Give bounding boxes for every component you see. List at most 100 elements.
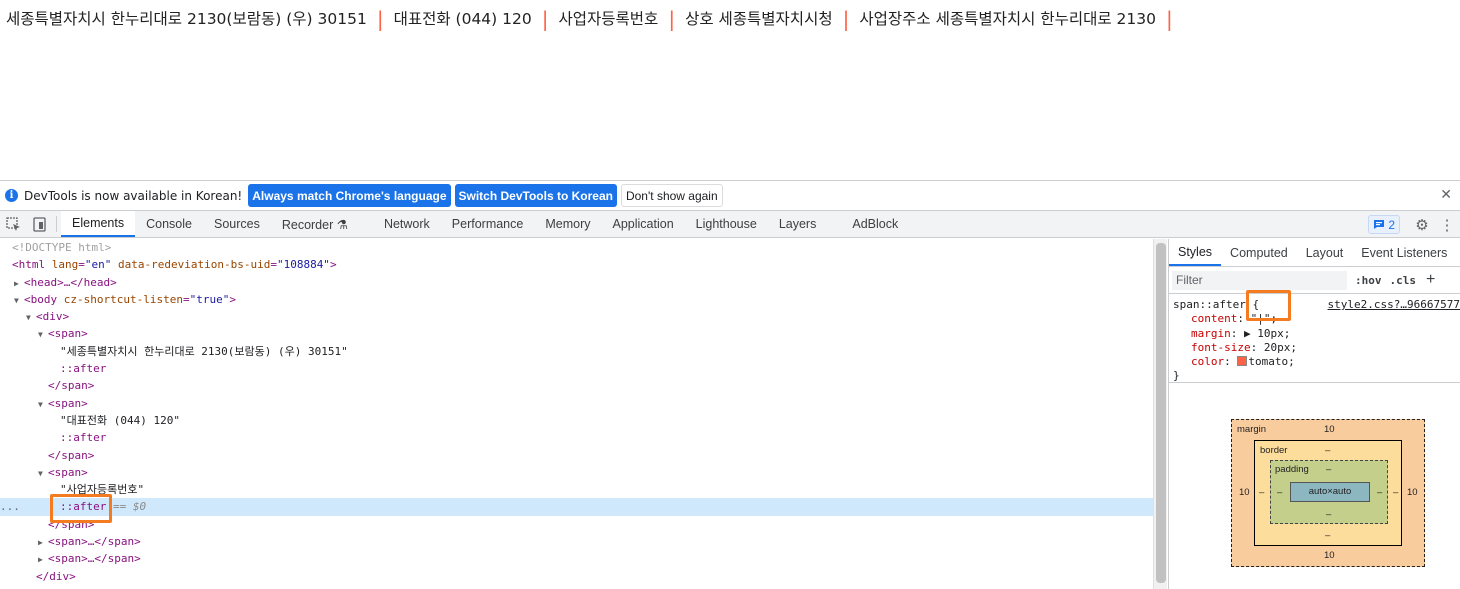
dom-span-node[interactable]: ▼ <span> xyxy=(0,464,1153,481)
tab-event-listeners[interactable]: Event Listeners xyxy=(1352,239,1456,266)
dom-html-node[interactable]: <html lang="en" data-redeviation-bs-uid=… xyxy=(0,256,1153,273)
dom-body-node[interactable]: ▼ <body cz-shortcut-listen="true"> xyxy=(0,291,1153,308)
box-model-content[interactable]: auto×auto xyxy=(1290,482,1370,502)
styles-filter-row: :hov .cls + xyxy=(1169,267,1460,294)
dom-after-pseudo[interactable]: ::after xyxy=(0,429,1153,446)
more-options-icon[interactable]: ⋮ xyxy=(1438,216,1456,234)
tab-layers[interactable]: Layers xyxy=(768,211,828,237)
separator-bar: | xyxy=(842,7,850,31)
issues-count: 2 xyxy=(1388,217,1395,232)
collapse-triangle-icon[interactable]: ▼ xyxy=(38,396,48,413)
css-rule-span-after: span::after { style2.css?…96667577 conte… xyxy=(1169,290,1460,383)
dom-span-node[interactable]: ▼ <span> xyxy=(0,325,1153,342)
css-declaration[interactable]: content: "|"; xyxy=(1173,312,1456,326)
address-item: 세종특별자치시 한누리대로 2130(보람동) (우) 30151 xyxy=(6,10,367,28)
padding-top-value[interactable]: – xyxy=(1326,464,1331,475)
tab-adblock[interactable]: AdBlock xyxy=(841,211,909,237)
tab-computed[interactable]: Computed xyxy=(1221,239,1297,266)
expand-triangle-icon[interactable]: ▶ xyxy=(38,551,48,568)
dom-span-close[interactable]: </span> xyxy=(0,516,1153,533)
border-top-value[interactable]: – xyxy=(1325,445,1330,456)
infobar-message: DevTools is now available in Korean! xyxy=(24,188,243,203)
cls-toggle-button[interactable]: .cls xyxy=(1390,274,1417,287)
border-left-value[interactable]: – xyxy=(1259,487,1264,498)
issues-counter-button[interactable]: 2 xyxy=(1368,215,1400,234)
inspect-element-icon[interactable] xyxy=(0,211,26,237)
sidebar-tabs: Styles Computed Layout Event Listeners xyxy=(1169,239,1460,267)
collapse-triangle-icon[interactable]: ▼ xyxy=(38,465,48,482)
tab-sources[interactable]: Sources xyxy=(203,211,271,237)
toolbar-divider xyxy=(56,216,57,232)
styles-filter-input[interactable] xyxy=(1172,270,1347,290)
business-address-item: 사업장주소 세종특별자치시 한누리대로 2130 xyxy=(859,10,1156,28)
dom-span-close[interactable]: </span> xyxy=(0,377,1153,394)
padding-right-value[interactable]: – xyxy=(1377,487,1382,498)
dom-after-pseudo[interactable]: ::after xyxy=(0,360,1153,377)
dom-span-node[interactable]: ▼ <span> xyxy=(0,395,1153,412)
separator-bar: | xyxy=(541,7,549,31)
dom-after-pseudo-selected[interactable]: ...::after == $0 xyxy=(0,498,1153,516)
dom-span-collapsed[interactable]: ▶ <span>…</span> xyxy=(0,533,1153,550)
elements-scrollbar[interactable] xyxy=(1153,239,1167,589)
expand-triangle-icon[interactable]: ▶ xyxy=(14,275,24,292)
css-declaration[interactable]: margin: ▶ 10px; xyxy=(1173,327,1456,341)
collapse-triangle-icon[interactable]: ▼ xyxy=(26,309,36,326)
hov-toggle-button[interactable]: :hov xyxy=(1355,274,1382,287)
box-model-border[interactable]: border – – – – padding – – – – auto×auto xyxy=(1254,440,1402,546)
dom-text-node[interactable]: "대표전화 (044) 120" xyxy=(0,412,1153,429)
always-match-language-button[interactable]: Always match Chrome's language xyxy=(248,184,451,207)
device-toolbar-icon[interactable] xyxy=(26,211,52,237)
info-icon: i xyxy=(5,189,18,202)
company-name-item: 상호 세종특별자치시청 xyxy=(685,10,833,28)
tab-performance[interactable]: Performance xyxy=(441,211,535,237)
dom-div-node[interactable]: ▼ <div> xyxy=(0,308,1153,325)
dont-show-again-button[interactable]: Don't show again xyxy=(620,184,723,207)
switch-to-korean-button[interactable]: Switch DevTools to Korean xyxy=(454,184,617,207)
tab-recorder[interactable]: Recorder ⚗ xyxy=(271,211,359,237)
tab-application[interactable]: Application xyxy=(602,211,685,237)
border-label: border xyxy=(1260,445,1288,456)
page-viewport: 세종특별자치시 한누리대로 2130(보람동) (우) 30151 | 대표전화 (… xyxy=(0,0,1460,180)
business-number-item: 사업자등록번호 xyxy=(558,10,659,28)
tab-styles[interactable]: Styles xyxy=(1169,239,1222,266)
new-style-rule-button[interactable]: + xyxy=(1426,271,1435,289)
color-swatch-icon[interactable] xyxy=(1237,356,1248,367)
box-model-padding[interactable]: padding – – – – auto×auto xyxy=(1270,460,1388,524)
settings-gear-icon[interactable]: ⚙ xyxy=(1412,216,1432,234)
close-icon[interactable]: ✕ xyxy=(1440,187,1452,203)
tab-network[interactable]: Network xyxy=(373,211,441,237)
padding-bottom-value[interactable]: – xyxy=(1326,509,1331,520)
padding-left-value[interactable]: – xyxy=(1277,487,1282,498)
node-actions-dots[interactable]: ... xyxy=(0,498,20,515)
tab-memory[interactable]: Memory xyxy=(534,211,601,237)
css-declaration[interactable]: font-size: 20px; xyxy=(1173,341,1456,355)
dom-span-close[interactable]: </span> xyxy=(0,447,1153,464)
border-right-value[interactable]: – xyxy=(1393,487,1398,498)
padding-label: padding xyxy=(1275,464,1309,475)
dom-head-node[interactable]: ▶ <head>…</head> xyxy=(0,274,1153,291)
box-model-margin[interactable]: margin 10 10 10 10 border – – – – paddin… xyxy=(1231,419,1425,567)
margin-label: margin xyxy=(1237,424,1267,435)
devtools-tabbar: Elements Console Sources Recorder ⚗ Netw… xyxy=(0,211,1460,238)
dom-span-collapsed[interactable]: ▶ <span>…</span> xyxy=(0,550,1153,567)
dom-div-close[interactable]: </div> xyxy=(0,568,1153,585)
scrollbar-thumb[interactable] xyxy=(1156,243,1166,583)
stylesheet-link[interactable]: style2.css?…96667577 xyxy=(1328,298,1460,311)
collapse-triangle-icon[interactable]: ▼ xyxy=(38,326,48,343)
dom-text-node[interactable]: "세종특별자치시 한누리대로 2130(보람동) (우) 30151" xyxy=(0,343,1153,360)
tab-console[interactable]: Console xyxy=(135,211,203,237)
collapse-triangle-icon[interactable]: ▼ xyxy=(14,292,24,309)
tab-elements[interactable]: Elements xyxy=(61,211,136,237)
margin-bottom-value[interactable]: 10 xyxy=(1324,550,1335,561)
expand-triangle-icon[interactable]: ▶ xyxy=(38,534,48,551)
margin-top-value[interactable]: 10 xyxy=(1324,424,1335,435)
tab-layout[interactable]: Layout xyxy=(1297,239,1353,266)
dom-doctype[interactable]: <!DOCTYPE html> xyxy=(0,239,1153,256)
css-declaration[interactable]: color: tomato; xyxy=(1173,355,1456,369)
margin-left-value[interactable]: 10 xyxy=(1239,487,1250,498)
tab-lighthouse[interactable]: Lighthouse xyxy=(685,211,768,237)
dom-text-node[interactable]: "사업자등록번호" xyxy=(0,481,1153,498)
border-bottom-value[interactable]: – xyxy=(1325,530,1330,541)
margin-right-value[interactable]: 10 xyxy=(1407,487,1418,498)
toolbar-right: 2 ⚙ ⋮ xyxy=(1368,211,1460,238)
